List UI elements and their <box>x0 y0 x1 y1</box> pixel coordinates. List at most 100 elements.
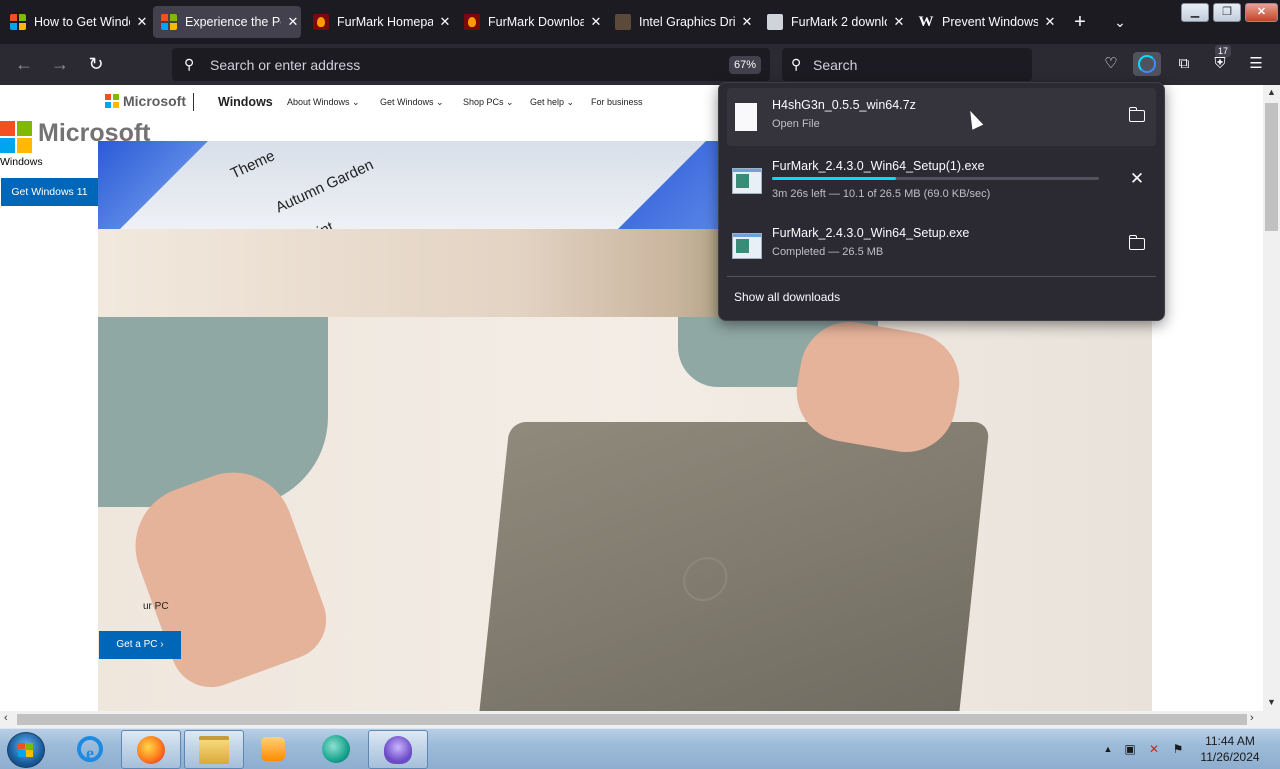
close-tab-icon[interactable]: ✕ <box>437 14 453 30</box>
taskbar-app-teamviewer[interactable] <box>307 730 365 767</box>
microsoft-logo-icon[interactable] <box>105 94 119 108</box>
tab-title: Prevent Windows <box>942 15 1038 29</box>
furmark-icon <box>464 14 480 30</box>
microsoft-logo-icon <box>10 14 26 30</box>
taskbar-app-media-player[interactable] <box>244 730 302 767</box>
nav-about-windows[interactable]: About Windows ⌄ <box>287 97 360 108</box>
close-tab-icon[interactable]: ✕ <box>891 14 907 30</box>
header-divider <box>193 93 194 111</box>
scroll-down-arrow-icon[interactable]: ▼ <box>1267 697 1276 707</box>
windows-logo-icon <box>18 743 33 757</box>
download-progress-fill <box>772 177 897 180</box>
action-center-flag-icon[interactable]: ⚑ <box>1170 741 1186 757</box>
scroll-left-arrow-icon[interactable]: ‹ <box>4 712 8 724</box>
restore-window-button[interactable]: ❐ <box>1213 3 1241 22</box>
close-tab-icon[interactable]: ✕ <box>1042 14 1058 30</box>
close-tab-icon[interactable]: ✕ <box>739 14 755 30</box>
furmark2-icon <box>767 14 783 30</box>
address-bar-placeholder: Search or enter address <box>210 57 361 73</box>
tab-intel-graphics-driver[interactable]: Intel Graphics Driver ✕ <box>607 6 755 38</box>
nav-get-help[interactable]: Get help ⌄ <box>530 97 574 108</box>
windows-taskbar: e ▲ ▣ ✕ ⚑ 11:44 AM 11/26/2024 <box>0 728 1280 769</box>
cancel-download-icon[interactable]: ✕ <box>1127 169 1147 189</box>
system-clock[interactable]: 11:44 AM 11/26/2024 <box>1192 733 1268 765</box>
search-bar-placeholder: Search <box>813 57 858 73</box>
decorative-shape <box>98 141 208 229</box>
pidgin-icon <box>384 735 412 764</box>
tab-furmark-2-download[interactable]: FurMark 2 download ✕ <box>759 6 907 38</box>
show-all-downloads-link[interactable]: Show all downloads <box>734 290 840 304</box>
nav-shop-pcs[interactable]: Shop PCs ⌄ <box>463 97 514 108</box>
start-button[interactable] <box>7 732 45 768</box>
close-tab-icon[interactable]: ✕ <box>134 14 150 30</box>
taskbar-app-firefox[interactable] <box>121 730 181 769</box>
clock-date: 11/26/2024 <box>1200 750 1260 764</box>
navigation-toolbar: ← → ↻ ⚲ Search or enter address 67% ⚲ Se… <box>0 44 1280 85</box>
get-windows-11-button[interactable]: Get Windows 11 <box>1 178 98 206</box>
forward-arrow-icon[interactable]: → <box>46 52 74 76</box>
hamburger-menu-icon[interactable]: ☰ <box>1243 52 1269 76</box>
taskbar-app-pidgin[interactable] <box>368 730 428 769</box>
list-all-tabs-chevron-icon[interactable]: ⌄ <box>1110 10 1130 34</box>
scrollbar-thumb[interactable] <box>1265 103 1278 231</box>
media-player-icon <box>261 736 285 761</box>
show-hidden-icons-icon[interactable]: ▲ <box>1100 741 1116 757</box>
close-window-button[interactable]: ✕ <box>1245 3 1278 22</box>
downloads-button[interactable] <box>1133 52 1161 76</box>
open-folder-icon[interactable] <box>1127 106 1147 126</box>
intel-icon <box>615 14 631 30</box>
reload-icon[interactable]: ↻ <box>82 52 110 76</box>
download-item[interactable]: H4shG3n_0.5.5_win64.7z Open File <box>727 88 1156 146</box>
tab-title: Experience the Power <box>185 15 281 29</box>
ublock-origin-icon[interactable]: ⛨ 17 <box>1207 45 1233 76</box>
windows-label: Windows <box>0 156 43 168</box>
tab-furmark-homepage[interactable]: FurMark Homepage ✕ <box>305 6 453 38</box>
download-item[interactable]: FurMark_2.4.3.0_Win64_Setup(1).exe 3m 26… <box>727 151 1156 209</box>
get-a-pc-button[interactable]: Get a PC › <box>99 631 181 659</box>
tab-experience-the-power[interactable]: Experience the Power ✕ <box>153 6 301 38</box>
tab-how-to-get-windows[interactable]: How to Get Windows 11 ✕ <box>2 6 150 38</box>
zoom-level-badge[interactable]: 67% <box>729 56 761 74</box>
internet-explorer-icon: e <box>77 735 103 763</box>
new-tab-button[interactable]: + <box>1070 10 1090 34</box>
file-explorer-icon <box>199 735 229 764</box>
microsoft-logo-icon <box>0 121 33 154</box>
address-bar[interactable]: ⚲ Search or enter address 67% <box>172 48 770 81</box>
vertical-scrollbar[interactable]: ▲ ▼ <box>1263 85 1280 711</box>
download-status: Open File <box>772 118 820 130</box>
minimize-window-button[interactable]: ▁ <box>1181 3 1209 22</box>
windows-nav-link[interactable]: Windows <box>218 95 273 109</box>
search-icon: ⚲ <box>184 56 195 72</box>
close-tab-icon[interactable]: ✕ <box>588 14 604 30</box>
open-folder-icon[interactable] <box>1127 234 1147 254</box>
extensions-puzzle-icon[interactable]: ⧉ <box>1171 52 1197 76</box>
network-icon[interactable]: ▣ <box>1122 741 1138 757</box>
taskbar-app-file-explorer[interactable] <box>184 730 244 769</box>
decorative-shape <box>618 141 728 229</box>
microsoft-brand-text[interactable]: Microsoft <box>123 93 186 109</box>
download-progress-icon <box>1138 55 1156 73</box>
search-bar[interactable]: ⚲ Search <box>782 48 1032 81</box>
download-progress-bar <box>772 177 1099 180</box>
taskbar-app-internet-explorer[interactable]: e <box>61 730 119 767</box>
download-filename: H4shG3n_0.5.5_win64.7z <box>772 98 916 112</box>
scrollbar-thumb[interactable] <box>17 714 1247 725</box>
download-item[interactable]: FurMark_2.4.3.0_Win64_Setup.exe Complete… <box>727 216 1156 274</box>
back-arrow-icon[interactable]: ← <box>10 52 38 76</box>
nav-get-windows[interactable]: Get Windows ⌄ <box>380 97 444 108</box>
tab-prevent-windows[interactable]: W Prevent Windows ✕ <box>910 6 1058 38</box>
furmark-icon <box>313 14 329 30</box>
microsoft-logo-icon <box>161 14 177 30</box>
scroll-up-arrow-icon[interactable]: ▲ <box>1267 87 1276 97</box>
horizontal-scrollbar[interactable]: ‹ › <box>0 711 1280 728</box>
close-tab-icon[interactable]: ✕ <box>285 14 301 30</box>
preview-item: Autumn Garden <box>273 156 377 217</box>
search-icon: ⚲ <box>791 56 802 72</box>
nav-for-business[interactable]: For business <box>591 97 643 107</box>
scroll-right-arrow-icon[interactable]: › <box>1250 712 1254 724</box>
volume-muted-icon[interactable]: ✕ <box>1146 741 1162 757</box>
pocket-icon[interactable]: ♡ <box>1098 52 1124 76</box>
firefox-icon <box>137 735 165 764</box>
tab-furmark-download[interactable]: FurMark Download ✕ <box>456 6 604 38</box>
tab-title: FurMark Homepage <box>337 15 433 29</box>
